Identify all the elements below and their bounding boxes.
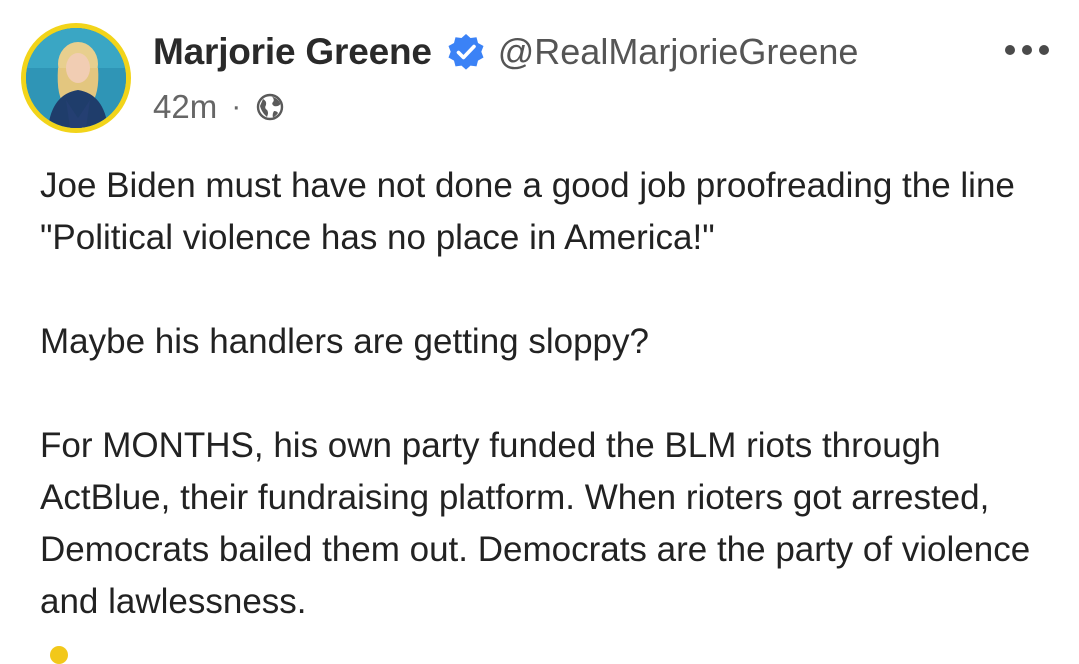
post-card: Marjorie Greene @RealMarjorieGreene 42m … (0, 0, 1079, 664)
more-dot (1039, 45, 1049, 55)
more-dot (1005, 45, 1015, 55)
reaction-emoji-icon[interactable] (50, 646, 68, 664)
post-paragraph: Maybe his handlers are getting sloppy? (40, 322, 649, 361)
timestamp[interactable]: 42m (153, 88, 217, 126)
post-paragraph: For MONTHS, his own party funded the BLM… (40, 426, 1031, 621)
post-header: Marjorie Greene @RealMarjorieGreene (153, 30, 858, 74)
avatar-photo (26, 28, 126, 128)
post-body: Joe Biden must have not done a good job … (40, 160, 1060, 628)
more-options-icon[interactable] (1005, 38, 1049, 62)
avatar[interactable] (21, 23, 131, 133)
display-name[interactable]: Marjorie Greene (153, 31, 432, 73)
post-meta: 42m · (153, 86, 285, 128)
post-paragraph: Joe Biden must have not done a good job … (40, 166, 1015, 257)
more-dot (1022, 45, 1032, 55)
user-handle[interactable]: @RealMarjorieGreene (498, 31, 859, 73)
verified-badge-icon (446, 32, 486, 72)
globe-icon (255, 92, 285, 122)
meta-separator: · (231, 90, 242, 123)
